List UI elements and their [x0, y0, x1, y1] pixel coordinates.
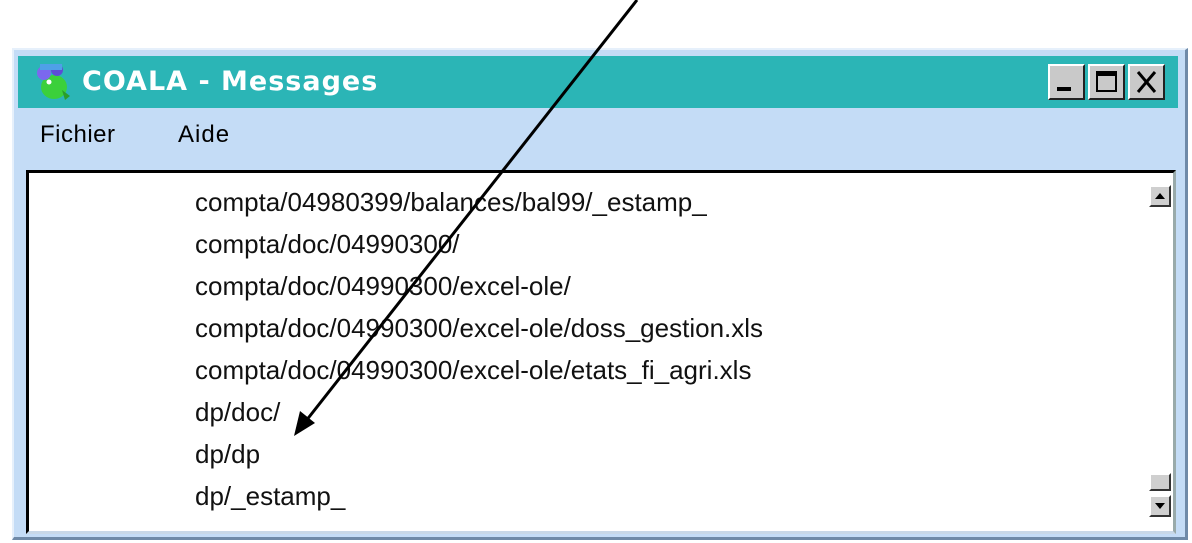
- title-bar[interactable]: COALA - Messages: [18, 56, 1178, 108]
- messages-text-area[interactable]: compta/04980399/balances/bal99/_estamp_ …: [26, 170, 1176, 534]
- menu-fichier[interactable]: Fichier: [40, 120, 116, 150]
- minimize-icon: [1057, 87, 1071, 91]
- maximize-button[interactable]: [1088, 64, 1125, 100]
- window-title: COALA - Messages: [82, 66, 379, 97]
- minimize-button[interactable]: [1048, 64, 1085, 100]
- message-line: compta/04980399/balances/bal99/_estamp_: [195, 187, 707, 217]
- arrow-down-icon: [1155, 503, 1165, 509]
- menu-bar: Fichier Aide: [18, 110, 1178, 160]
- message-line: compta/doc/04990300/excel-ole/etats_fi_a…: [195, 355, 752, 385]
- message-line: dp/doc/: [195, 397, 281, 427]
- message-line: compta/doc/04990300/excel-ole/: [195, 271, 571, 301]
- scroll-thumb[interactable]: [1149, 473, 1171, 491]
- menu-aide[interactable]: Aide: [178, 120, 230, 150]
- message-list: compta/04980399/balances/bal99/_estamp_ …: [195, 181, 763, 517]
- message-line: compta/doc/04990300/: [195, 229, 460, 259]
- vertical-scrollbar[interactable]: [1145, 173, 1173, 531]
- message-line: dp/dp: [195, 439, 261, 469]
- close-button[interactable]: [1128, 64, 1165, 100]
- scroll-down-button[interactable]: [1149, 495, 1171, 517]
- coala-messages-window: COALA - Messages Fichier Aide compta/049…: [12, 48, 1188, 540]
- close-icon: [1136, 71, 1157, 93]
- scroll-up-button[interactable]: [1149, 185, 1171, 207]
- maximize-icon: [1096, 71, 1117, 92]
- coala-app-icon: [37, 64, 70, 100]
- message-line: compta/doc/04990300/excel-ole/doss_gesti…: [195, 313, 764, 343]
- message-line: dp/_estamp_: [195, 481, 346, 511]
- arrow-up-icon: [1155, 193, 1165, 199]
